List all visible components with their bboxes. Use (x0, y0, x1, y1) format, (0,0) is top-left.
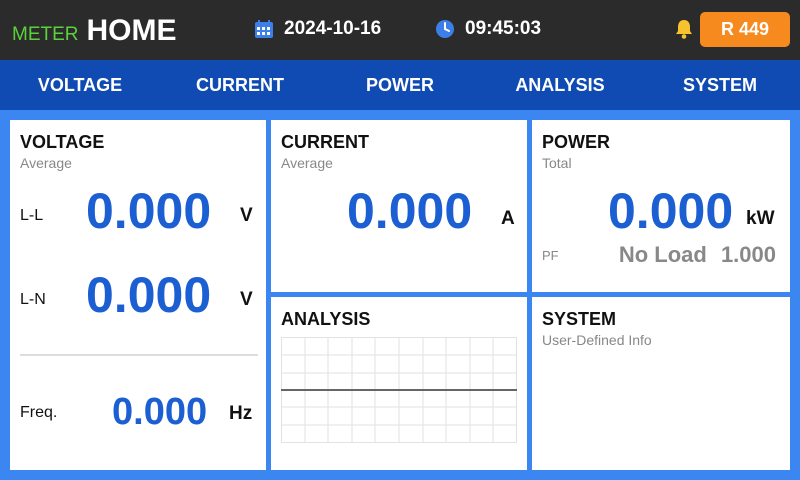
current-value: 0.000 (347, 183, 473, 239)
voltage-subtitle: Average (20, 155, 72, 171)
analysis-title: ANALYSIS (281, 309, 371, 329)
tab-voltage[interactable]: VOLTAGE (0, 60, 160, 110)
current-unit: A (501, 208, 515, 229)
power-panel[interactable]: POWER Total 0.000 kW PF No Load 1.000 (532, 120, 790, 292)
pf-status: No Load (618, 242, 707, 267)
pf-readout: No Load 1.000 (619, 242, 776, 268)
ll-label: L-L (20, 207, 44, 224)
analysis-panel[interactable]: ANALYSIS (271, 297, 527, 470)
voltage-divider (20, 354, 258, 356)
page-title: HOME (86, 14, 177, 47)
tab-system[interactable]: SYSTEM (640, 60, 800, 110)
freq-label: Freq. (20, 404, 58, 421)
top-bar: METER HOME 2024-10-16 09:45:03 R 449 (0, 0, 800, 60)
current-subtitle: Average (281, 155, 333, 171)
system-title: SYSTEM (542, 309, 617, 329)
ln-label: L-N (20, 291, 46, 308)
system-subtitle: User-Defined Info (542, 332, 652, 348)
brand-prefix: METER (12, 24, 79, 45)
ln-value: 0.000 (86, 267, 212, 323)
current-title: CURRENT (281, 132, 369, 152)
current-panel[interactable]: CURRENT Average 0.000 A (271, 120, 527, 292)
voltage-panel[interactable]: VOLTAGE Average L-L 0.000 V L-N 0.000 V … (10, 120, 266, 470)
time-text: 09:45:03 (465, 18, 542, 39)
alarm-badge-button[interactable]: R 449 (700, 12, 790, 47)
power-unit: kW (746, 208, 775, 229)
pf-label: PF (542, 248, 559, 263)
freq-unit: Hz (229, 403, 253, 424)
analysis-waveform-grid (281, 337, 517, 443)
tab-power[interactable]: POWER (320, 60, 480, 110)
freq-value: 0.000 (112, 391, 208, 433)
brand: METER HOME (12, 14, 177, 48)
tab-analysis[interactable]: ANALYSIS (480, 60, 640, 110)
clock-icon (436, 20, 454, 38)
system-panel[interactable]: SYSTEM User-Defined Info (532, 297, 790, 470)
power-title: POWER (542, 132, 611, 152)
date-text: 2024-10-16 (284, 18, 382, 39)
tab-current[interactable]: CURRENT (160, 60, 320, 110)
bell-icon[interactable] (674, 18, 694, 45)
nav-bar: VOLTAGE CURRENT POWER ANALYSIS SYSTEM (0, 60, 800, 110)
ll-unit: V (240, 205, 253, 226)
voltage-title: VOLTAGE (20, 132, 105, 152)
date-display: 2024-10-16 (254, 18, 381, 40)
ll-value: 0.000 (86, 183, 212, 239)
ln-unit: V (240, 289, 253, 310)
power-value: 0.000 (608, 183, 734, 239)
power-subtitle: Total (542, 155, 572, 171)
pf-value: 1.000 (720, 242, 776, 267)
time-display: 09:45:03 (435, 18, 541, 40)
calendar-icon (255, 20, 273, 38)
